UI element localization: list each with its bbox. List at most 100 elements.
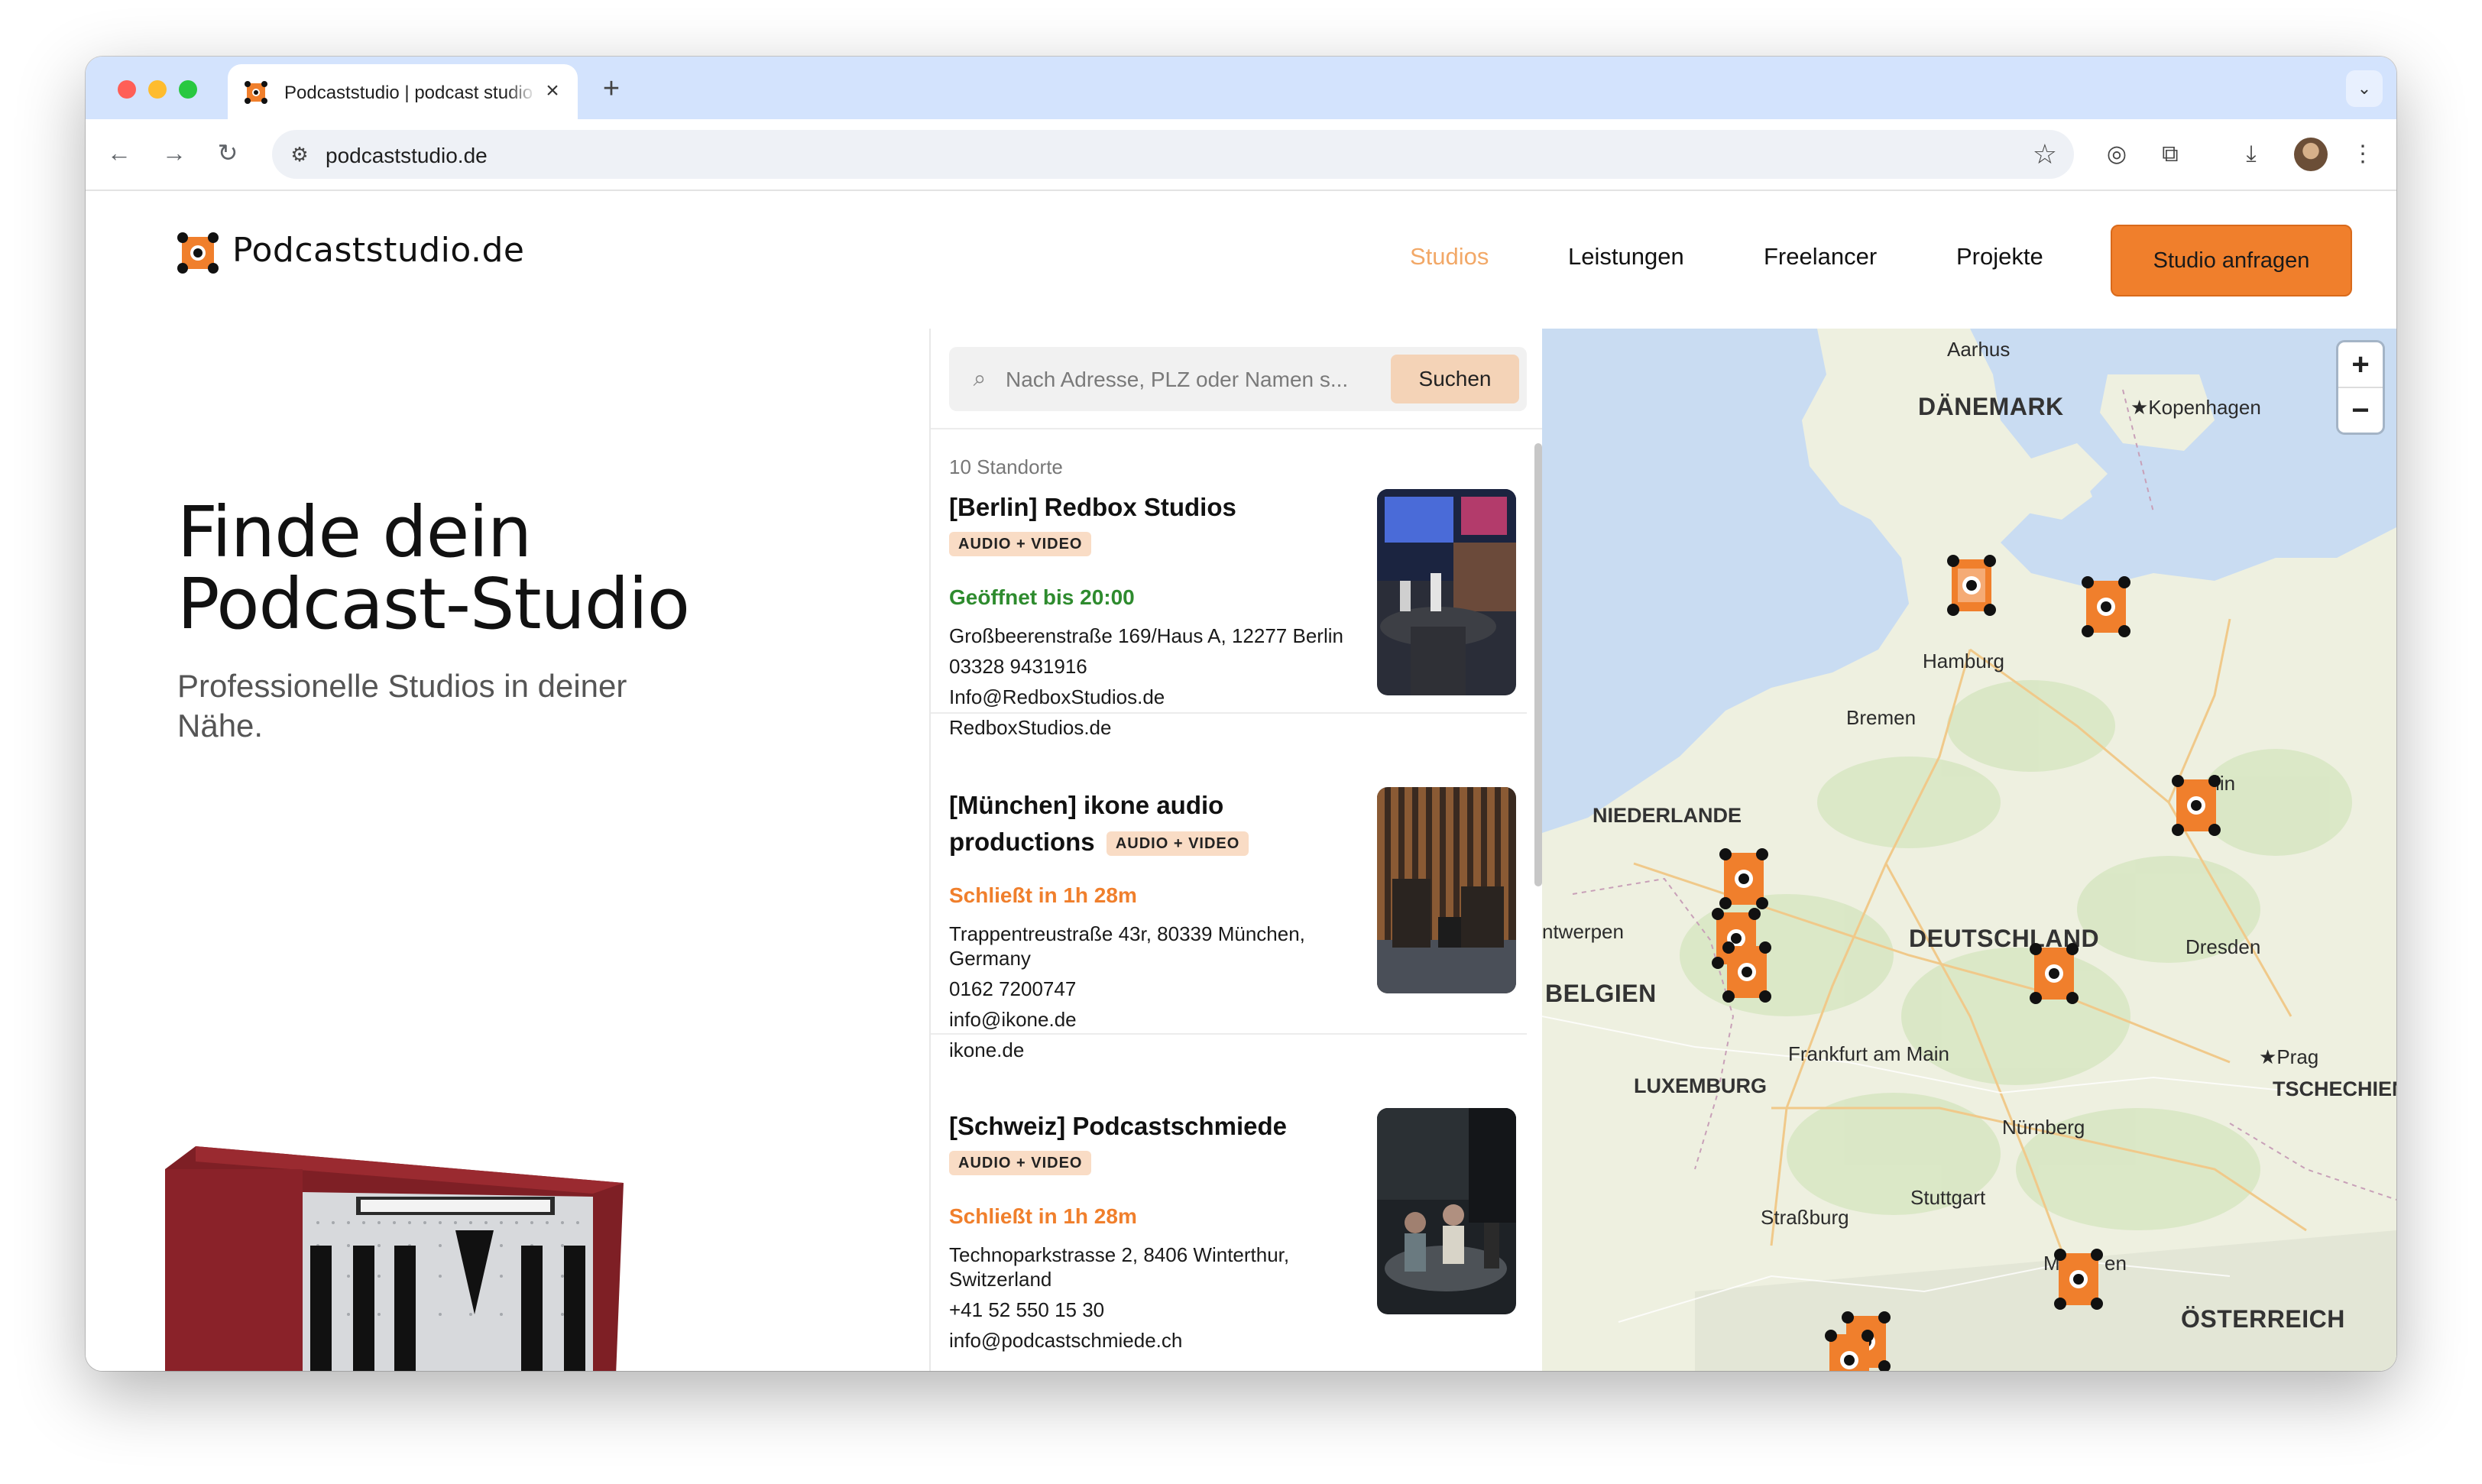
tab-close-icon[interactable]: × bbox=[539, 78, 565, 104]
studio-marker-icon[interactable] bbox=[2030, 943, 2079, 1004]
studio-website[interactable]: RedboxStudios.de bbox=[949, 712, 1362, 743]
studio-marker-icon[interactable] bbox=[2082, 576, 2130, 637]
tab-title: Podcaststudio | podcast studio bbox=[284, 83, 536, 104]
minimize-window-button[interactable] bbox=[148, 80, 167, 99]
studio-anfragen-button[interactable]: Studio anfragen bbox=[2111, 225, 2352, 296]
browser-tab[interactable]: Podcaststudio | podcast studio × bbox=[228, 64, 578, 119]
studio-title-block: [Schweiz] Podcastschmiede AUDIO + VIDEO bbox=[949, 1108, 1362, 1180]
podcaststudio-logo-icon[interactable] bbox=[177, 232, 219, 274]
nav-leistungen[interactable]: Leistungen bbox=[1568, 243, 1684, 271]
map-label: Dresden bbox=[2186, 935, 2261, 958]
tab-search-chevron-icon[interactable]: ⌄ bbox=[2346, 70, 2383, 107]
zoom-in-button[interactable]: + bbox=[2338, 342, 2383, 388]
studio-title-block: [München] ikone audio productions AUDIO … bbox=[949, 787, 1270, 860]
forward-arrow-icon[interactable]: → bbox=[159, 138, 190, 168]
studio-contact: Technoparkstrasse 2, 8406 Winterthur, Sw… bbox=[949, 1243, 1362, 1356]
map-label: BELGIEN bbox=[1545, 980, 1657, 1007]
studio-title-block: [Berlin] Redbox Studios AUDIO + VIDEO bbox=[949, 489, 1362, 561]
new-tab-icon[interactable]: + bbox=[596, 73, 627, 104]
map-label: DÄNEMARK bbox=[1918, 393, 2064, 420]
studio-marker-icon[interactable] bbox=[1825, 1330, 1874, 1371]
nav-projekte[interactable]: Projekte bbox=[1956, 243, 2043, 271]
studio-website[interactable]: ikone.de bbox=[949, 1035, 1362, 1065]
studio-badge: AUDIO + VIDEO bbox=[949, 1151, 1092, 1176]
download-icon[interactable]: ⤓ bbox=[2234, 138, 2268, 171]
podcast-booth-image bbox=[165, 1146, 624, 1371]
studio-status: Schließt in 1h 28m bbox=[949, 883, 1137, 907]
divider bbox=[931, 1033, 1527, 1035]
close-window-button[interactable] bbox=[118, 80, 136, 99]
studio-email[interactable]: info@ikone.de bbox=[949, 1004, 1362, 1035]
studio-email[interactable]: info@podcastschmiede.ch bbox=[949, 1325, 1362, 1356]
studio-contact: Trappentreustraße 43r, 80339 München, Ge… bbox=[949, 922, 1362, 1065]
reload-icon[interactable]: ↻ bbox=[212, 138, 243, 168]
studio-phone[interactable]: 03328 9431916 bbox=[949, 651, 1362, 682]
studio-contact: Großbeerenstraße 169/Haus A, 12277 Berli… bbox=[949, 624, 1362, 743]
map-label: Frankfurt am Main bbox=[1788, 1042, 1949, 1065]
studio-address: Technoparkstrasse 2, 8406 Winterthur, Sw… bbox=[949, 1243, 1290, 1291]
search-bar: ⌕ Suchen bbox=[949, 347, 1527, 411]
extensions-puzzle-icon[interactable]: ⧉ bbox=[2153, 138, 2187, 171]
back-arrow-icon[interactable]: ← bbox=[104, 138, 134, 168]
studio-name[interactable]: [Berlin] Redbox Studios bbox=[949, 489, 1362, 526]
address-bar[interactable]: ⚙ podcaststudio.de ☆ bbox=[272, 130, 2074, 179]
map-label: en bbox=[2105, 1252, 2127, 1275]
studio-email[interactable]: Info@RedboxStudios.de bbox=[949, 682, 1362, 712]
map-label: TSCHECHIEN bbox=[2273, 1077, 2396, 1100]
map-label: Hamburg bbox=[1923, 650, 2004, 672]
studio-address: Trappentreustraße 43r, 80339 München, Ge… bbox=[949, 922, 1305, 970]
browser-window: Podcaststudio | podcast studio × + ⌄ ← →… bbox=[86, 57, 2396, 1371]
map-label: Stuttgart bbox=[1910, 1186, 1986, 1209]
list-scrollbar[interactable] bbox=[1534, 443, 1542, 886]
profile-avatar[interactable] bbox=[2294, 138, 2328, 171]
webpage: Podcaststudio.de Studios Leistungen Free… bbox=[86, 191, 2396, 1371]
studio-status: Schließt in 1h 28m bbox=[949, 1204, 1137, 1228]
nav-freelancer[interactable]: Freelancer bbox=[1764, 243, 1877, 271]
map-label: Aarhus bbox=[1947, 338, 2011, 361]
studio-photo[interactable] bbox=[1377, 787, 1516, 993]
map-label: ★Prag bbox=[2259, 1045, 2319, 1068]
bookmark-star-icon[interactable]: ☆ bbox=[2033, 138, 2057, 171]
zoom-controls: + − bbox=[2338, 342, 2383, 433]
site-info-icon[interactable]: ⚙ bbox=[284, 139, 315, 170]
studio-badge: AUDIO + VIDEO bbox=[1106, 831, 1249, 857]
zoom-out-button[interactable]: − bbox=[2338, 388, 2383, 433]
password-manager-icon[interactable]: ◎ bbox=[2100, 138, 2134, 171]
hero-title-line-1: Finde dein bbox=[177, 491, 532, 573]
studio-photo[interactable] bbox=[1377, 489, 1516, 695]
studio-list-panel: ⌕ Suchen 10 Standorte [Berlin] Redbox St… bbox=[929, 329, 1544, 1371]
map-view[interactable]: + − Aarhus DÄNEMARK ★Kopenhagen Hamburg … bbox=[1542, 329, 2396, 1371]
map-label: ntwerpen bbox=[1542, 920, 1624, 943]
studio-photo[interactable] bbox=[1377, 1108, 1516, 1314]
studio-marker-icon[interactable] bbox=[2172, 775, 2221, 836]
maximize-window-button[interactable] bbox=[179, 80, 197, 99]
map-label: NIEDERLANDE bbox=[1593, 804, 1742, 827]
divider bbox=[931, 428, 1544, 429]
studio-address: Großbeerenstraße 169/Haus A, 12277 Berli… bbox=[949, 624, 1343, 647]
more-menu-icon[interactable]: ⋮ bbox=[2346, 138, 2380, 171]
divider bbox=[931, 712, 1527, 714]
studio-name[interactable]: [Schweiz] Podcastschmiede bbox=[949, 1108, 1362, 1145]
studio-status: Geöffnet bis 20:00 bbox=[949, 585, 1135, 609]
nav-studios[interactable]: Studios bbox=[1410, 243, 1489, 271]
map-label-text: Prag bbox=[2276, 1045, 2319, 1068]
site-favicon-icon bbox=[245, 81, 267, 104]
search-button[interactable]: Suchen bbox=[1391, 355, 1519, 403]
brand-name[interactable]: Podcaststudio.de bbox=[232, 231, 525, 270]
studio-marker-icon[interactable] bbox=[1722, 941, 1771, 1003]
hero-subtitle: Professionelle Studios in deiner Nähe. bbox=[177, 668, 627, 744]
studio-marker-icon[interactable] bbox=[1947, 555, 1996, 616]
map-label: Straßburg bbox=[1761, 1206, 1849, 1229]
studio-marker-icon[interactable] bbox=[1719, 848, 1768, 909]
search-input[interactable] bbox=[1004, 358, 1366, 402]
studio-phone[interactable]: +41 52 550 15 30 bbox=[949, 1294, 1362, 1325]
map-label: LUXEMBURG bbox=[1634, 1074, 1767, 1097]
studio-badge: AUDIO + VIDEO bbox=[949, 532, 1092, 557]
map-label: ÖSTERREICH bbox=[2181, 1305, 2345, 1333]
studio-phone[interactable]: 0162 7200747 bbox=[949, 974, 1362, 1004]
map-background[interactable] bbox=[1542, 329, 2396, 1371]
studio-marker-icon[interactable] bbox=[2054, 1249, 2103, 1310]
map-label: Bremen bbox=[1846, 706, 1917, 729]
url-text[interactable]: podcaststudio.de bbox=[326, 144, 488, 168]
tab-bar: Podcaststudio | podcast studio × + ⌄ bbox=[86, 57, 2396, 119]
